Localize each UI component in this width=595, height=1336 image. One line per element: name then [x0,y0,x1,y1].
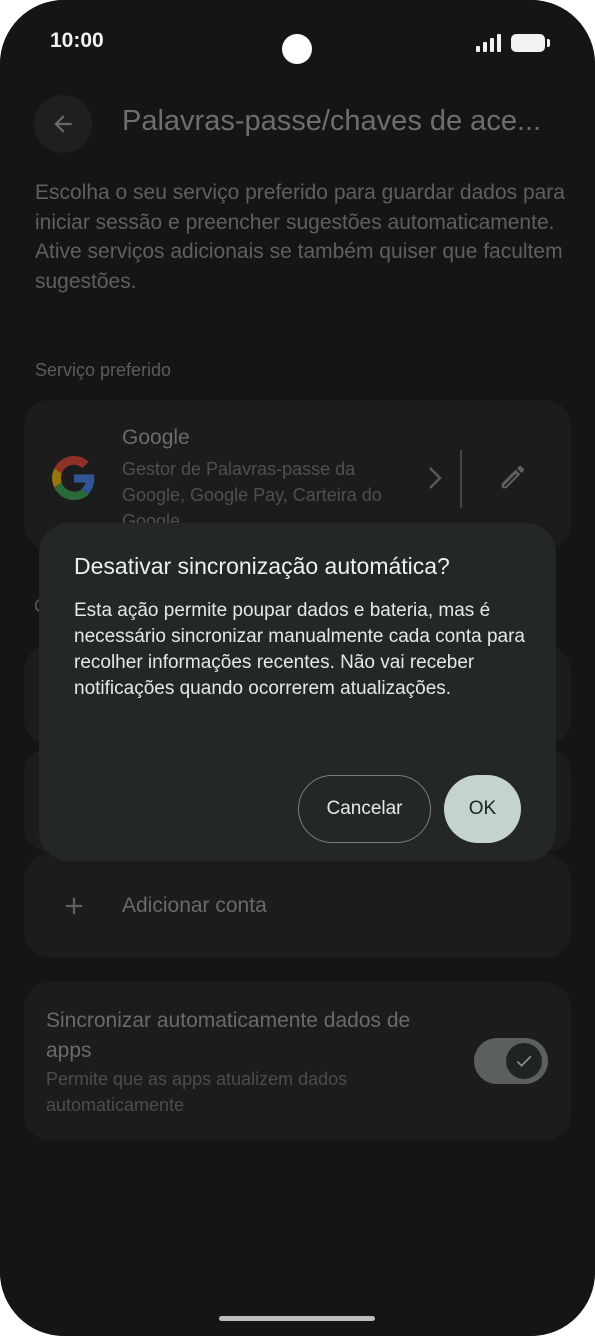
screen: 10:00 Palavras-passe/chaves de ace... Es… [0,0,595,1336]
battery-icon [511,34,550,52]
check-icon [516,1055,532,1067]
top-app-bar: Palavras-passe/chaves de ace... [0,95,595,155]
phone-frame: 10:00 Palavras-passe/chaves de ace... Es… [0,0,595,1336]
chevron-right-icon[interactable] [424,464,446,492]
dialog-title: Desativar sincronização automática? [74,553,450,579]
dialog-body: Esta ação permite poupar dados e bateria… [74,600,525,699]
auto-sync-subtitle: Permite que as apps atualizem dados auto… [46,1069,348,1115]
page-description: Escolha o seu serviço preferido para gua… [35,181,565,293]
home-indicator[interactable] [219,1316,375,1321]
back-button[interactable] [34,95,92,153]
plus-icon [65,897,83,915]
toggle-knob [506,1043,542,1079]
status-icons [476,34,550,52]
signal-icon [476,34,501,52]
camera-cutout [282,34,312,64]
auto-sync-setting[interactable]: Sincronizar automaticamente dados de app… [24,982,571,1140]
auto-sync-toggle[interactable] [474,1038,548,1084]
preferred-service-label: Serviço preferido [35,360,172,380]
vertical-divider [460,450,462,508]
status-time: 10:00 [50,29,104,52]
page-title: Palavras-passe/chaves de ace... [122,105,542,137]
add-account-label: Adicionar conta [122,894,267,917]
status-bar: 10:00 [0,0,595,90]
cancel-button[interactable]: Cancelar [298,775,431,843]
google-logo-icon [52,456,95,500]
back-arrow-icon [54,115,72,133]
add-account-button[interactable]: Adicionar conta [24,854,571,958]
ok-button[interactable]: OK [444,775,521,843]
pencil-icon[interactable] [498,462,528,492]
disable-sync-dialog: Desativar sincronização automática? Esta… [39,523,556,861]
auto-sync-title: Sincronizar automaticamente dados de app… [46,1009,411,1062]
service-name: Google [122,426,190,449]
